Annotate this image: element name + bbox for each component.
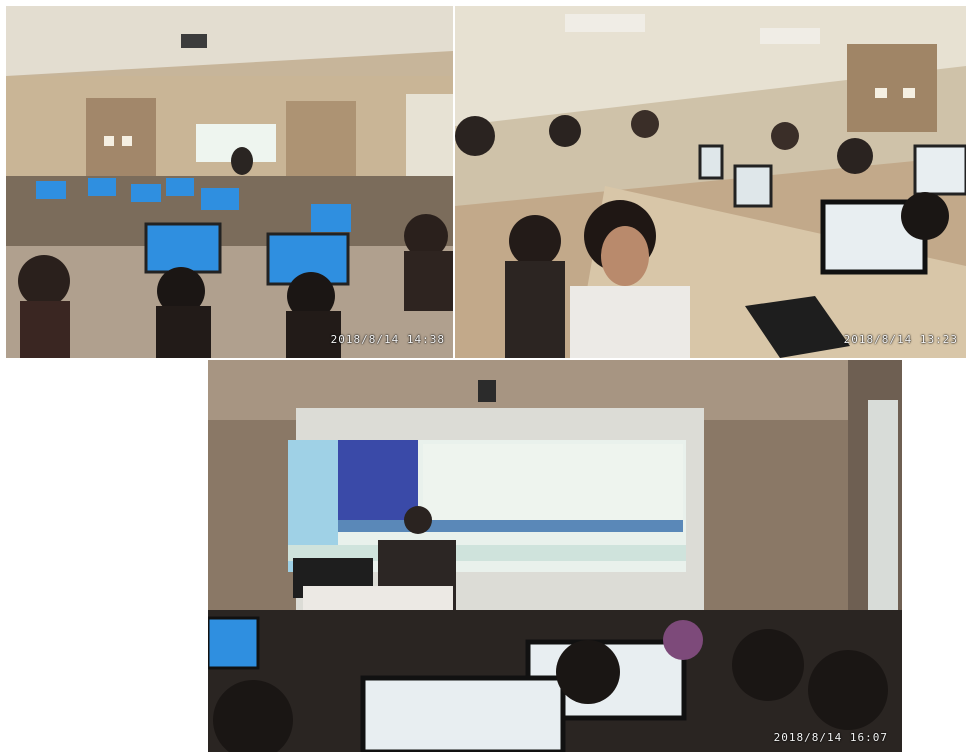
photo-timestamp: 2018/8/14 16:07 bbox=[773, 731, 888, 744]
photo-timestamp: 2018/8/14 14:38 bbox=[330, 333, 445, 346]
photo-timestamp: 2018/8/14 13:23 bbox=[843, 333, 958, 346]
lab-overview-photo: 2018/8/14 14:38 bbox=[6, 6, 453, 358]
instructor-presentation-photo: 2018/8/14 16:07 bbox=[208, 360, 902, 752]
students-at-workstations-photo: 2018/8/14 13:23 bbox=[455, 6, 966, 358]
